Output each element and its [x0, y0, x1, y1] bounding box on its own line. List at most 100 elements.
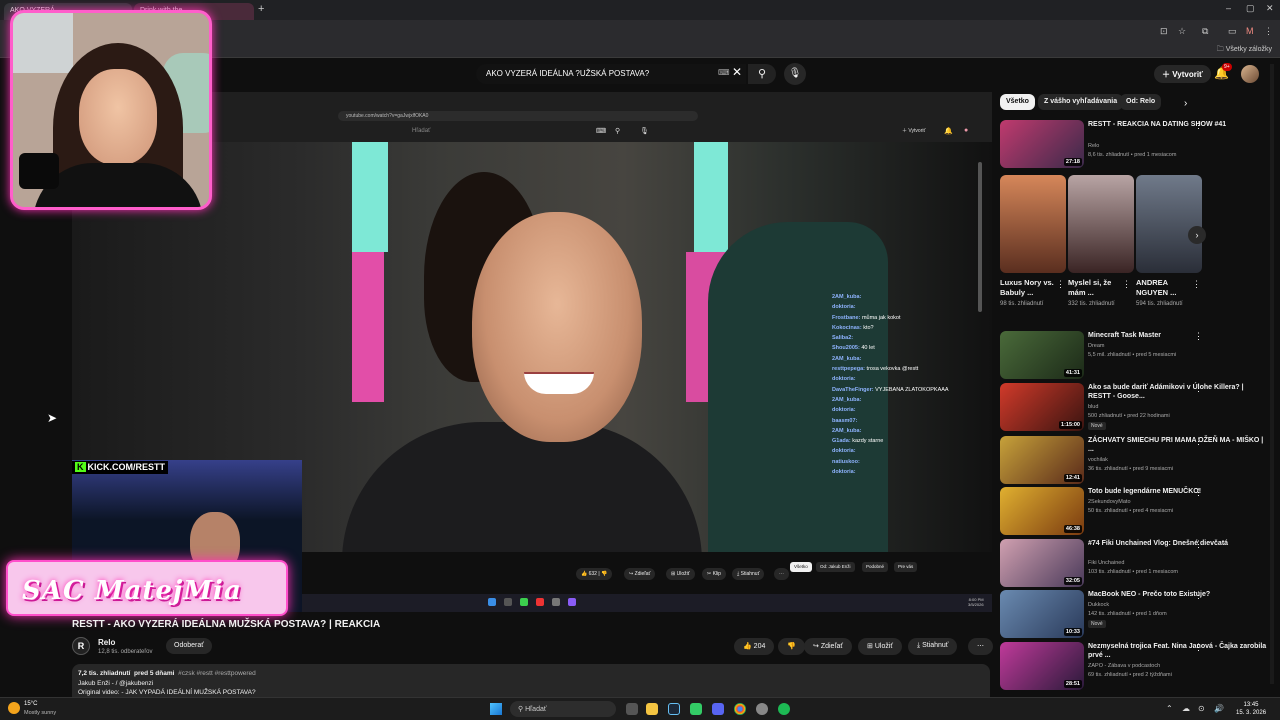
- page-scrollbar[interactable]: [1270, 64, 1274, 684]
- recommendation-item[interactable]: 10:33 MacBook NEO - Prečo toto Existuje? D…: [1000, 590, 1276, 640]
- hashtags[interactable]: #czsk #restt #resttpowered: [178, 670, 256, 677]
- more-vert-icon[interactable]: ⋮: [1192, 279, 1201, 290]
- chevron-right-icon[interactable]: ›: [1184, 98, 1187, 109]
- search-input[interactable]: AKO VYZERÁ IDEÁLNA ?UŽSKÁ POSTAVA?: [476, 64, 746, 84]
- rec-title[interactable]: #74 Fiki Unchained Vlog: Dnešné dievčatá: [1088, 539, 1268, 548]
- tray-app-icon[interactable]: ☁: [1182, 704, 1190, 713]
- video-thumbnail[interactable]: 12:41: [1000, 436, 1084, 484]
- shorts-next-button[interactable]: ›: [1188, 226, 1206, 244]
- more-actions-button[interactable]: ⋯: [968, 638, 993, 655]
- all-bookmarks-button[interactable]: 🗀 Všetky záložky: [1217, 45, 1272, 56]
- rec-channel[interactable]: Dream: [1088, 342, 1105, 350]
- app-icon[interactable]: [690, 703, 702, 715]
- task-view-icon[interactable]: [626, 703, 638, 715]
- recommendation-item[interactable]: 27:18 RESTT - REAKCIA NA DATING SHOW #41…: [1000, 120, 1276, 170]
- more-vert-icon[interactable]: ⋮: [1122, 279, 1131, 290]
- channel-name[interactable]: Relo: [98, 638, 115, 647]
- tray-app-icon[interactable]: ⊙: [1198, 704, 1205, 713]
- video-thumbnail[interactable]: 32:05: [1000, 539, 1084, 587]
- close-window-icon[interactable]: ✕: [1266, 3, 1274, 14]
- more-vert-icon[interactable]: ⋮: [1056, 279, 1065, 290]
- more-vert-icon[interactable]: ⋮: [1194, 120, 1203, 131]
- menu-icon[interactable]: ⋮: [1264, 26, 1273, 37]
- like-button[interactable]: 👍 204: [734, 638, 775, 655]
- dislike-button[interactable]: 👎: [778, 638, 805, 655]
- recommendation-item[interactable]: 41:31 Minecraft Task Master Dream 5,5 mil. …: [1000, 331, 1276, 381]
- taskbar-search[interactable]: ⚲ Hľadať: [510, 701, 616, 717]
- more-vert-icon[interactable]: ⋮: [1194, 331, 1203, 342]
- rec-title[interactable]: Nezmyselná trojica Feat. Nina Janová - Č…: [1088, 642, 1268, 660]
- tray-chevron-icon[interactable]: ⌃: [1166, 704, 1173, 713]
- chip-from-relo[interactable]: Od: Relo: [1120, 94, 1162, 110]
- account-avatar[interactable]: [1241, 65, 1259, 83]
- chip-from-search[interactable]: Z vášho vyhľadávania: [1038, 94, 1124, 110]
- short-thumbnail[interactable]: [1136, 175, 1202, 273]
- video-thumbnail[interactable]: 1:15:00: [1000, 383, 1084, 431]
- recommendation-item[interactable]: 46:38 Toto bude legendárne MENUČKO! 2Sekun…: [1000, 487, 1276, 537]
- rec-title[interactable]: Minecraft Task Master: [1088, 331, 1268, 340]
- subscribe-button[interactable]: Odoberať: [166, 638, 212, 654]
- rec-title[interactable]: Ako sa bude dariť Adámikovi v Úlohe Kill…: [1088, 383, 1268, 401]
- rec-channel[interactable]: Relo: [1088, 142, 1099, 150]
- rec-title[interactable]: RESTT - REAKCIA NA DATING SHOW #41: [1088, 120, 1268, 129]
- recommendation-item[interactable]: 1:15:00 Ako sa bude dariť Adámikovi v Úlo…: [1000, 383, 1276, 433]
- clear-search-icon[interactable]: ✕: [732, 65, 742, 79]
- rec-title[interactable]: ZÁCHVATY SMIECHU PRI MAMA OŽEŇ MA - MIŠK…: [1088, 436, 1268, 454]
- rec-channel[interactable]: Dukkock: [1088, 601, 1109, 609]
- recommendation-item[interactable]: 12:41 ZÁCHVATY SMIECHU PRI MAMA OŽEŇ MA -…: [1000, 436, 1276, 486]
- download-button[interactable]: ⤓ Stiahnuť: [908, 638, 958, 655]
- rec-channel[interactable]: Fiki Unchained: [1088, 559, 1124, 567]
- short-title[interactable]: Myslel si, že mám ...: [1068, 278, 1128, 298]
- cast-icon[interactable]: ⊡: [1160, 26, 1168, 37]
- taskbar-clock[interactable]: 13:45 15. 3. 2026: [1236, 701, 1266, 717]
- weather-desc[interactable]: Mostly sunny: [24, 710, 56, 716]
- voice-search-button[interactable]: 🎙: [784, 63, 806, 85]
- more-vert-icon[interactable]: ⋮: [1194, 487, 1203, 498]
- rec-channel[interactable]: vochilak: [1088, 456, 1108, 464]
- channel-avatar[interactable]: R: [72, 637, 90, 655]
- chrome-icon[interactable]: [734, 703, 746, 715]
- weather-sun-icon[interactable]: [8, 702, 20, 714]
- rec-channel[interactable]: blud: [1088, 403, 1098, 411]
- maximize-icon[interactable]: ▢: [1246, 3, 1255, 14]
- more-vert-icon[interactable]: ⋮: [1194, 436, 1203, 447]
- video-thumbnail[interactable]: 27:18: [1000, 120, 1084, 168]
- short-thumbnail[interactable]: [1068, 175, 1134, 273]
- sidepanel-icon[interactable]: ▭: [1228, 26, 1237, 37]
- create-button[interactable]: ＋ Vytvoriť: [1154, 65, 1211, 83]
- more-vert-icon[interactable]: ⋮: [1194, 539, 1203, 550]
- rec-title[interactable]: Toto bude legendárne MENUČKO!: [1088, 487, 1268, 496]
- video-thumbnail[interactable]: 10:33: [1000, 590, 1084, 638]
- spotify-icon[interactable]: [778, 703, 790, 715]
- keyboard-icon[interactable]: ⌨: [718, 68, 730, 77]
- more-vert-icon[interactable]: ⋮: [1194, 383, 1203, 394]
- save-button[interactable]: ⊞ Uložiť: [858, 638, 903, 655]
- short-title[interactable]: ANDREA NGUYEN ...: [1136, 278, 1196, 298]
- chip-all[interactable]: Všetko: [1000, 94, 1035, 110]
- weather-temp[interactable]: 15°C: [24, 701, 37, 707]
- minimize-icon[interactable]: –: [1226, 3, 1231, 13]
- extensions-icon[interactable]: ⧉: [1202, 26, 1208, 37]
- steam-icon[interactable]: [668, 703, 680, 715]
- rec-channel[interactable]: ZAPO - Zábava v podcastoch: [1088, 662, 1160, 670]
- short-thumbnail[interactable]: [1000, 175, 1066, 273]
- video-thumbnail[interactable]: 46:38: [1000, 487, 1084, 535]
- video-thumbnail[interactable]: 28:51: [1000, 642, 1084, 690]
- more-vert-icon[interactable]: ⋮: [1194, 590, 1203, 601]
- discord-icon[interactable]: [712, 703, 724, 715]
- file-explorer-icon[interactable]: [646, 703, 658, 715]
- volume-icon[interactable]: 🔊: [1214, 704, 1224, 713]
- rec-channel[interactable]: 2SekundovyMato: [1088, 498, 1131, 506]
- profile-icon[interactable]: M: [1246, 26, 1254, 36]
- video-thumbnail[interactable]: 41:31: [1000, 331, 1084, 379]
- windows-start-icon[interactable]: [490, 703, 502, 715]
- share-button[interactable]: ↪ Zdieľať: [804, 638, 853, 655]
- more-vert-icon[interactable]: ⋮: [1194, 642, 1203, 653]
- short-title[interactable]: Luxus Nory vs. Babuly ...: [1000, 278, 1060, 298]
- search-button[interactable]: ⚲: [748, 64, 776, 84]
- rec-title[interactable]: MacBook NEO - Prečo toto Existuje?: [1088, 590, 1268, 599]
- bookmark-star-icon[interactable]: ☆: [1178, 26, 1186, 37]
- recommendation-item[interactable]: 32:05 #74 Fiki Unchained Vlog: Dnešné die…: [1000, 539, 1276, 589]
- new-tab-icon[interactable]: +: [258, 3, 264, 15]
- recommendation-item[interactable]: 28:51 Nezmyselná trojica Feat. Nina Janov…: [1000, 642, 1276, 692]
